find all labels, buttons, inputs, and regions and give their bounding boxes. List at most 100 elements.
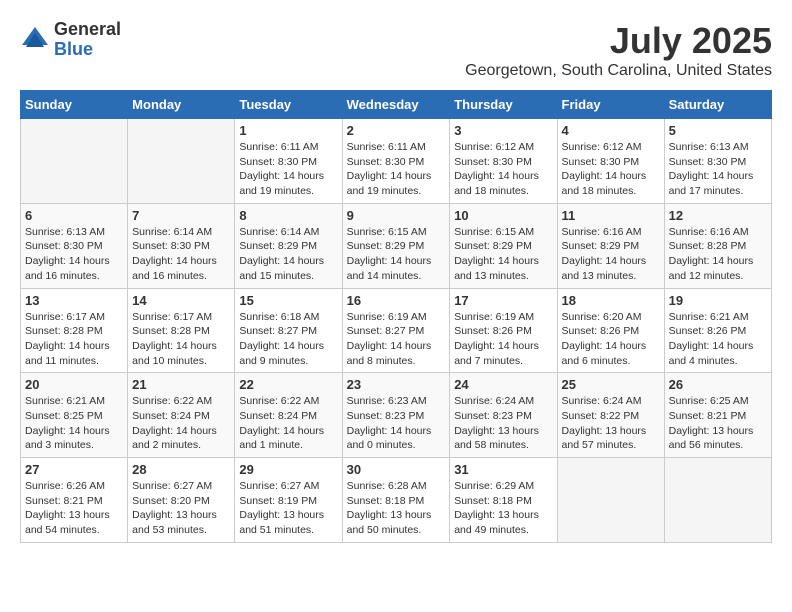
day-info: Sunrise: 6:15 AM Sunset: 8:29 PM Dayligh… [454, 225, 552, 284]
calendar-cell: 30 Sunrise: 6:28 AM Sunset: 8:18 PM Dayli… [342, 458, 450, 543]
calendar-cell: 9 Sunrise: 6:15 AM Sunset: 8:29 PM Daylig… [342, 203, 450, 288]
day-info: Sunrise: 6:24 AM Sunset: 8:23 PM Dayligh… [454, 394, 552, 453]
day-number: 17 [454, 293, 552, 308]
day-number: 11 [562, 208, 660, 223]
day-of-week-header: Sunday [21, 91, 128, 119]
day-info: Sunrise: 6:25 AM Sunset: 8:21 PM Dayligh… [669, 394, 767, 453]
title-area: July 2025 Georgetown, South Carolina, Un… [465, 20, 772, 80]
day-number: 21 [132, 377, 230, 392]
day-number: 8 [239, 208, 337, 223]
day-info: Sunrise: 6:11 AM Sunset: 8:30 PM Dayligh… [239, 140, 337, 199]
day-number: 1 [239, 123, 337, 138]
day-number: 20 [25, 377, 123, 392]
day-number: 14 [132, 293, 230, 308]
day-of-week-header: Monday [128, 91, 235, 119]
calendar-cell: 3 Sunrise: 6:12 AM Sunset: 8:30 PM Daylig… [450, 119, 557, 204]
day-number: 10 [454, 208, 552, 223]
day-number: 18 [562, 293, 660, 308]
calendar-cell: 25Sunrise: 6:24 AM Sunset: 8:22 PM Dayli… [557, 373, 664, 458]
day-number: 27 [25, 462, 123, 477]
logo: General Blue [20, 20, 121, 60]
day-number: 13 [25, 293, 123, 308]
day-number: 22 [239, 377, 337, 392]
day-info: Sunrise: 6:15 AM Sunset: 8:29 PM Dayligh… [347, 225, 446, 284]
calendar-cell: 22 Sunrise: 6:22 AM Sunset: 8:24 PM Dayli… [235, 373, 342, 458]
day-number: 28 [132, 462, 230, 477]
day-info: Sunrise: 6:16 AM Sunset: 8:29 PM Dayligh… [562, 225, 660, 284]
day-number: 2 [347, 123, 446, 138]
day-info: Sunrise: 6:12 AM Sunset: 8:30 PM Dayligh… [562, 140, 660, 199]
day-info: Sunrise: 6:20 AM Sunset: 8:26 PM Dayligh… [562, 310, 660, 369]
calendar-cell: 12 Sunrise: 6:16 AM Sunset: 8:28 PM Dayli… [664, 203, 771, 288]
day-info: Sunrise: 6:21 AM Sunset: 8:25 PM Dayligh… [25, 394, 123, 453]
day-info: Sunrise: 6:19 AM Sunset: 8:27 PM Dayligh… [347, 310, 446, 369]
day-info: Sunrise: 6:17 AM Sunset: 8:28 PM Dayligh… [132, 310, 230, 369]
day-info: Sunrise: 6:29 AM Sunset: 8:18 PM Dayligh… [454, 479, 552, 538]
calendar-cell: 15Sunrise: 6:18 AM Sunset: 8:27 PM Dayli… [235, 288, 342, 373]
calendar-cell: 11 Sunrise: 6:16 AM Sunset: 8:29 PM Dayli… [557, 203, 664, 288]
calendar-cell [21, 119, 128, 204]
day-info: Sunrise: 6:12 AM Sunset: 8:30 PM Dayligh… [454, 140, 552, 199]
day-info: Sunrise: 6:27 AM Sunset: 8:20 PM Dayligh… [132, 479, 230, 538]
day-info: Sunrise: 6:13 AM Sunset: 8:30 PM Dayligh… [669, 140, 767, 199]
logo-general-text: General [54, 20, 121, 40]
page-header: General Blue July 2025 Georgetown, South… [20, 20, 772, 80]
calendar-cell: 18 Sunrise: 6:20 AM Sunset: 8:26 PM Dayli… [557, 288, 664, 373]
calendar-cell: 5Sunrise: 6:13 AM Sunset: 8:30 PM Daylig… [664, 119, 771, 204]
day-number: 15 [239, 293, 337, 308]
logo-blue-text: Blue [54, 40, 121, 60]
day-of-week-header: Thursday [450, 91, 557, 119]
day-of-week-header: Friday [557, 91, 664, 119]
day-info: Sunrise: 6:14 AM Sunset: 8:30 PM Dayligh… [132, 225, 230, 284]
calendar-cell: 19Sunrise: 6:21 AM Sunset: 8:26 PM Dayli… [664, 288, 771, 373]
day-number: 16 [347, 293, 446, 308]
day-number: 6 [25, 208, 123, 223]
calendar-cell: 26 Sunrise: 6:25 AM Sunset: 8:21 PM Dayli… [664, 373, 771, 458]
calendar-body: 1 Sunrise: 6:11 AM Sunset: 8:30 PM Daylig… [21, 119, 772, 543]
calendar-cell: 31 Sunrise: 6:29 AM Sunset: 8:18 PM Dayli… [450, 458, 557, 543]
day-info: Sunrise: 6:13 AM Sunset: 8:30 PM Dayligh… [25, 225, 123, 284]
day-info: Sunrise: 6:14 AM Sunset: 8:29 PM Dayligh… [239, 225, 337, 284]
calendar-cell: 28 Sunrise: 6:27 AM Sunset: 8:20 PM Dayli… [128, 458, 235, 543]
day-info: Sunrise: 6:23 AM Sunset: 8:23 PM Dayligh… [347, 394, 446, 453]
day-of-week-header: Tuesday [235, 91, 342, 119]
day-number: 31 [454, 462, 552, 477]
day-info: Sunrise: 6:19 AM Sunset: 8:26 PM Dayligh… [454, 310, 552, 369]
day-number: 19 [669, 293, 767, 308]
calendar-cell: 8 Sunrise: 6:14 AM Sunset: 8:29 PM Daylig… [235, 203, 342, 288]
day-number: 7 [132, 208, 230, 223]
logo-icon [20, 25, 50, 55]
day-number: 30 [347, 462, 446, 477]
calendar-cell: 2Sunrise: 6:11 AM Sunset: 8:30 PM Daylig… [342, 119, 450, 204]
day-of-week-header: Wednesday [342, 91, 450, 119]
calendar-cell: 1 Sunrise: 6:11 AM Sunset: 8:30 PM Daylig… [235, 119, 342, 204]
day-number: 26 [669, 377, 767, 392]
calendar-cell: 6 Sunrise: 6:13 AM Sunset: 8:30 PM Daylig… [21, 203, 128, 288]
day-number: 25 [562, 377, 660, 392]
calendar-cell: 20 Sunrise: 6:21 AM Sunset: 8:25 PM Dayli… [21, 373, 128, 458]
calendar-cell: 14 Sunrise: 6:17 AM Sunset: 8:28 PM Dayli… [128, 288, 235, 373]
month-title: July 2025 [465, 20, 772, 62]
day-number: 9 [347, 208, 446, 223]
day-info: Sunrise: 6:16 AM Sunset: 8:28 PM Dayligh… [669, 225, 767, 284]
day-number: 3 [454, 123, 552, 138]
day-number: 4 [562, 123, 660, 138]
location-title: Georgetown, South Carolina, United State… [465, 62, 772, 80]
day-info: Sunrise: 6:28 AM Sunset: 8:18 PM Dayligh… [347, 479, 446, 538]
calendar-cell [557, 458, 664, 543]
calendar-cell: 17 Sunrise: 6:19 AM Sunset: 8:26 PM Dayli… [450, 288, 557, 373]
calendar-cell: 24Sunrise: 6:24 AM Sunset: 8:23 PM Dayli… [450, 373, 557, 458]
calendar-week-row: 27Sunrise: 6:26 AM Sunset: 8:21 PM Dayli… [21, 458, 772, 543]
day-number: 12 [669, 208, 767, 223]
day-info: Sunrise: 6:22 AM Sunset: 8:24 PM Dayligh… [239, 394, 337, 453]
calendar-week-row: 1 Sunrise: 6:11 AM Sunset: 8:30 PM Daylig… [21, 119, 772, 204]
calendar-cell [128, 119, 235, 204]
calendar-cell: 4 Sunrise: 6:12 AM Sunset: 8:30 PM Daylig… [557, 119, 664, 204]
calendar-cell: 21Sunrise: 6:22 AM Sunset: 8:24 PM Dayli… [128, 373, 235, 458]
day-info: Sunrise: 6:17 AM Sunset: 8:28 PM Dayligh… [25, 310, 123, 369]
day-number: 23 [347, 377, 446, 392]
calendar-cell: 29Sunrise: 6:27 AM Sunset: 8:19 PM Dayli… [235, 458, 342, 543]
calendar-week-row: 13 Sunrise: 6:17 AM Sunset: 8:28 PM Dayli… [21, 288, 772, 373]
day-of-week-header: Saturday [664, 91, 771, 119]
calendar-header: SundayMondayTuesdayWednesdayThursdayFrid… [21, 91, 772, 119]
